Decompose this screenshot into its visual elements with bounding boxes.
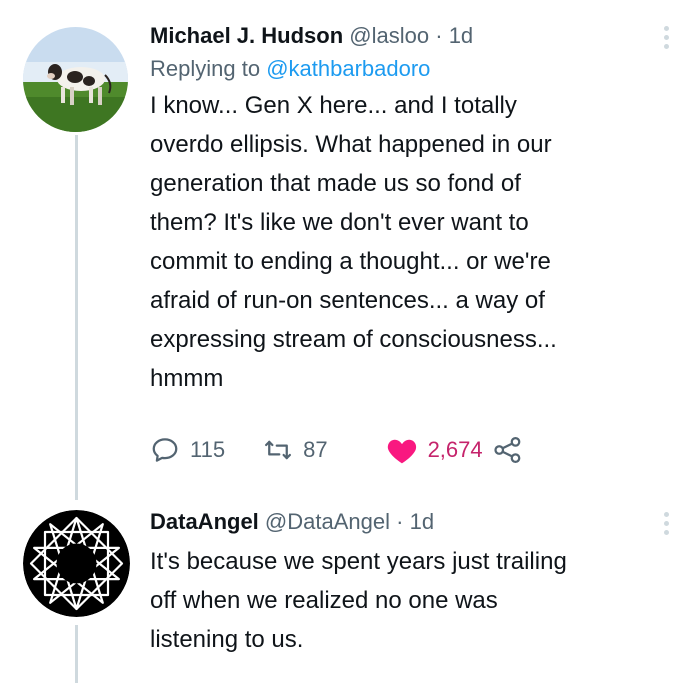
avatar[interactable]: [23, 27, 128, 132]
tweet-text: It's because we spent years just trailin…: [150, 548, 567, 653]
display-name[interactable]: Michael J. Hudson: [150, 23, 343, 48]
more-options-button[interactable]: [664, 512, 670, 539]
tweet[interactable]: Michael J. Hudson @lasloo · 1d Replying …: [150, 22, 680, 398]
thread-connector-line-bottom: [75, 625, 78, 683]
more-options-icon: [664, 512, 669, 517]
timestamp[interactable]: 1d: [449, 23, 473, 48]
more-dot: [664, 35, 669, 40]
reply-count: 115: [190, 437, 226, 462]
separator-dot: ·: [396, 509, 404, 534]
retweet-button[interactable]: 87: [263, 435, 328, 465]
more-dot: [664, 521, 669, 526]
tweet-header: DataAngel @DataAngel · 1d: [150, 508, 680, 536]
retweet-icon: [265, 440, 292, 460]
star-polygon-avatar: [23, 510, 130, 617]
heart-icon: [387, 439, 416, 464]
user-handle[interactable]: @lasloo: [349, 23, 429, 48]
thread-connector-line: [75, 135, 78, 500]
cow-in-field-avatar: [23, 27, 128, 132]
share-icon: [494, 437, 520, 463]
more-options-button[interactable]: [664, 26, 670, 53]
user-handle[interactable]: @DataAngel: [265, 509, 390, 534]
timestamp[interactable]: 1d: [410, 509, 434, 534]
more-dot: [664, 530, 669, 535]
separator-dot: ·: [435, 23, 443, 48]
share-button[interactable]: [493, 435, 523, 465]
retweet-count: 87: [303, 437, 328, 462]
tweet[interactable]: DataAngel @DataAngel · 1d It's because w…: [150, 508, 680, 659]
tweet-header: Michael J. Hudson @lasloo · 1d: [150, 22, 680, 50]
tweet-actions: 115 87 2,674: [150, 435, 523, 465]
avatar[interactable]: [23, 510, 130, 617]
tweet-text: I know... Gen X here... and I totally ov…: [150, 92, 557, 392]
like-button[interactable]: 2,674: [386, 435, 483, 465]
replying-to: Replying to @kathbarbadoro: [150, 54, 680, 84]
display-name[interactable]: DataAngel: [150, 509, 259, 534]
replying-prefix: Replying to: [150, 56, 261, 81]
more-options-icon: [664, 26, 669, 31]
more-dot: [664, 44, 669, 49]
replying-mention-link[interactable]: @kathbarbadoro: [266, 56, 430, 81]
speech-bubble-icon: [152, 438, 178, 462]
like-count: 2,674: [427, 437, 483, 462]
reply-button[interactable]: 115: [150, 435, 225, 465]
